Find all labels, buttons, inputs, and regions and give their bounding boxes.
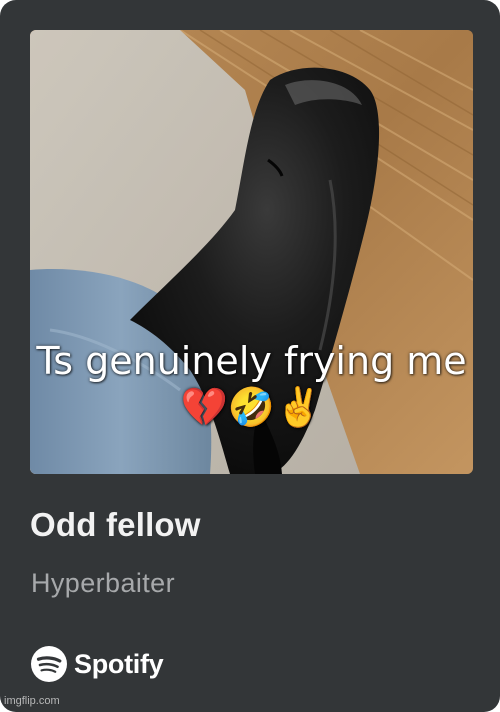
spotify-brand[interactable]: Spotify bbox=[31, 644, 164, 684]
cover-caption: Ts genuinely frying me 💔🤣✌️ bbox=[36, 339, 467, 429]
cover-image[interactable]: Ts genuinely frying me 💔🤣✌️ bbox=[30, 30, 473, 474]
spotify-share-card: Ts genuinely frying me 💔🤣✌️ Odd fellow H… bbox=[0, 0, 500, 712]
imgflip-watermark: imgflip.com bbox=[4, 695, 60, 707]
spotify-wordmark: Spotify bbox=[74, 648, 164, 679]
artist-name[interactable]: Hyperbaiter bbox=[31, 565, 175, 601]
track-title[interactable]: Odd fellow bbox=[30, 503, 201, 547]
spotify-logo-icon bbox=[31, 646, 67, 682]
